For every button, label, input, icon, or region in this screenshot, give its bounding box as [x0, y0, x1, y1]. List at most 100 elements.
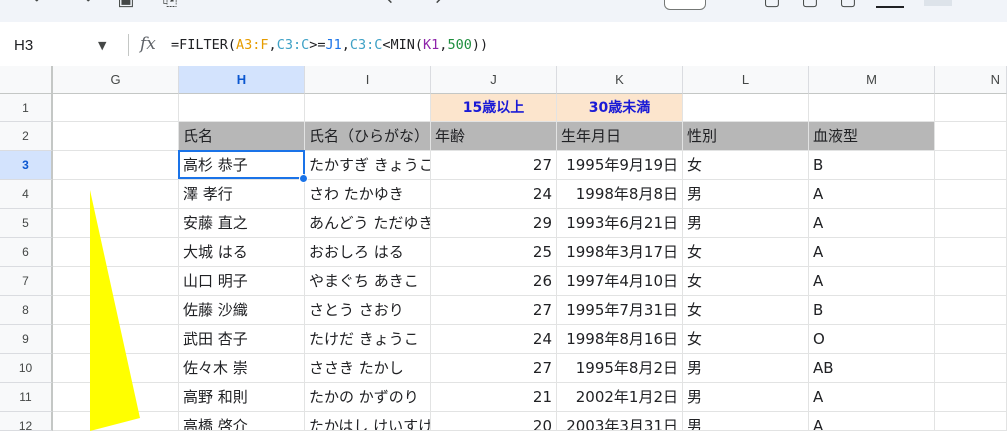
column-header-j[interactable]: J	[431, 66, 557, 94]
table-cell[interactable]: 1995年8月2日	[557, 354, 683, 383]
table-cell[interactable]: A	[809, 180, 935, 209]
cell-n12[interactable]	[935, 412, 1007, 431]
row-header-9[interactable]: 9	[0, 325, 53, 354]
cell-n7[interactable]	[935, 267, 1007, 296]
table-cell[interactable]: 山口 明子	[179, 267, 305, 296]
table-cell[interactable]: 1995年9月19日	[557, 151, 683, 180]
table-cell[interactable]: 男	[683, 180, 809, 209]
table-cell[interactable]: 女	[683, 267, 809, 296]
column-header-g[interactable]: G	[53, 66, 179, 94]
table-cell[interactable]: 27	[431, 296, 557, 325]
table-cell[interactable]: 29	[431, 209, 557, 238]
table-cell[interactable]: たかの かずのり	[305, 383, 431, 412]
table-cell[interactable]: 1998年8月8日	[557, 180, 683, 209]
table-cell[interactable]: A	[809, 238, 935, 267]
cell-n3[interactable]	[935, 151, 1007, 180]
column-header-n[interactable]: N	[935, 66, 1007, 94]
criteria-max-age-cell[interactable]: 30歳未満	[557, 94, 683, 122]
table-cell[interactable]: 澤 孝行	[179, 180, 305, 209]
select-all-corner[interactable]	[0, 66, 53, 94]
table-cell[interactable]: 25	[431, 238, 557, 267]
column-header-k[interactable]: K	[557, 66, 683, 94]
table-header-cell[interactable]: 性別	[683, 122, 809, 151]
table-cell[interactable]: 20	[431, 412, 557, 431]
table-cell[interactable]: 安藤 直之	[179, 209, 305, 238]
table-cell[interactable]: 24	[431, 180, 557, 209]
formula-input[interactable]: =FILTER(A3:F,C3:C>=J1,C3:C<MIN(K1,500))	[171, 37, 488, 53]
table-cell[interactable]: B	[809, 296, 935, 325]
table-cell[interactable]: AB	[809, 354, 935, 383]
table-cell[interactable]: やまぐち あきこ	[305, 267, 431, 296]
column-header-h[interactable]: H	[179, 66, 305, 94]
table-cell[interactable]: 1998年8月16日	[557, 325, 683, 354]
cell-g1[interactable]	[53, 94, 179, 122]
table-cell[interactable]: A	[809, 412, 935, 431]
row-header-7[interactable]: 7	[0, 267, 53, 296]
table-cell[interactable]: 高杉 恭子	[179, 151, 305, 180]
cell-n2[interactable]	[935, 122, 1007, 151]
table-cell[interactable]: 武田 杏子	[179, 325, 305, 354]
row-header-2[interactable]: 2	[0, 122, 53, 151]
column-header-m[interactable]: M	[809, 66, 935, 94]
table-cell[interactable]: 男	[683, 354, 809, 383]
table-cell[interactable]: 高橋 啓介	[179, 412, 305, 431]
row-header-1[interactable]: 1	[0, 94, 53, 122]
table-header-cell[interactable]: 氏名	[179, 122, 305, 151]
table-header-cell[interactable]: 年齢	[431, 122, 557, 151]
undo-icon[interactable]: ↶	[30, 0, 50, 10]
toolbar-button-icon[interactable]: ▢	[800, 0, 820, 10]
cell-h1[interactable]	[179, 94, 305, 122]
column-header-i[interactable]: I	[305, 66, 431, 94]
table-cell[interactable]: たかすぎ きょうこ	[305, 151, 431, 180]
table-cell[interactable]: 21	[431, 383, 557, 412]
table-cell[interactable]: さとう さおり	[305, 296, 431, 325]
table-cell[interactable]: 女	[683, 238, 809, 267]
table-cell[interactable]: 男	[683, 383, 809, 412]
cell-n1[interactable]	[935, 94, 1007, 122]
table-cell[interactable]: 女	[683, 296, 809, 325]
table-header-cell[interactable]: 氏名（ひらがな）	[305, 122, 431, 151]
table-cell[interactable]: おおしろ はる	[305, 238, 431, 267]
cell-i1[interactable]	[305, 94, 431, 122]
column-header-l[interactable]: L	[683, 66, 809, 94]
table-cell[interactable]: O	[809, 325, 935, 354]
arrow-left-icon[interactable]: ←	[384, 0, 404, 10]
table-cell[interactable]: 佐藤 沙織	[179, 296, 305, 325]
yellow-triangle-shape[interactable]	[90, 190, 140, 431]
table-cell[interactable]: 大城 はる	[179, 238, 305, 267]
row-header-3[interactable]: 3	[0, 151, 53, 180]
table-header-cell[interactable]: 血液型	[809, 122, 935, 151]
table-cell[interactable]: あんどう ただゆき	[305, 209, 431, 238]
row-header-8[interactable]: 8	[0, 296, 53, 325]
row-header-6[interactable]: 6	[0, 238, 53, 267]
table-cell[interactable]: A	[809, 209, 935, 238]
table-cell[interactable]: ささき たかし	[305, 354, 431, 383]
cell-g2[interactable]	[53, 122, 179, 151]
row-header-11[interactable]: 11	[0, 383, 53, 412]
table-cell[interactable]: 女	[683, 151, 809, 180]
fill-handle[interactable]	[299, 174, 308, 183]
table-cell[interactable]: A	[809, 383, 935, 412]
toolbar-button-icon[interactable]: ▢	[762, 0, 782, 10]
name-box-dropdown-icon[interactable]: ▼	[98, 39, 106, 52]
cell-g3[interactable]	[53, 151, 179, 180]
row-header-5[interactable]: 5	[0, 209, 53, 238]
table-cell[interactable]: 1993年6月21日	[557, 209, 683, 238]
cell-n8[interactable]	[935, 296, 1007, 325]
table-cell[interactable]: 1997年4月10日	[557, 267, 683, 296]
name-box[interactable]: H3	[14, 37, 33, 54]
table-header-cell[interactable]: 生年月日	[557, 122, 683, 151]
cell-n5[interactable]	[935, 209, 1007, 238]
table-cell[interactable]: 26	[431, 267, 557, 296]
cell-l1[interactable]	[683, 94, 809, 122]
table-cell[interactable]: 1998年3月17日	[557, 238, 683, 267]
table-cell[interactable]: 高野 和則	[179, 383, 305, 412]
row-header-10[interactable]: 10	[0, 354, 53, 383]
table-cell[interactable]: たかはし けいすけ	[305, 412, 431, 431]
cell-n6[interactable]	[935, 238, 1007, 267]
criteria-min-age-cell[interactable]: 15歳以上	[431, 94, 557, 122]
font-size-box[interactable]	[664, 0, 706, 10]
arrow-right-icon[interactable]: →	[424, 0, 444, 10]
table-cell[interactable]: 男	[683, 209, 809, 238]
row-header-12[interactable]: 12	[0, 412, 53, 433]
